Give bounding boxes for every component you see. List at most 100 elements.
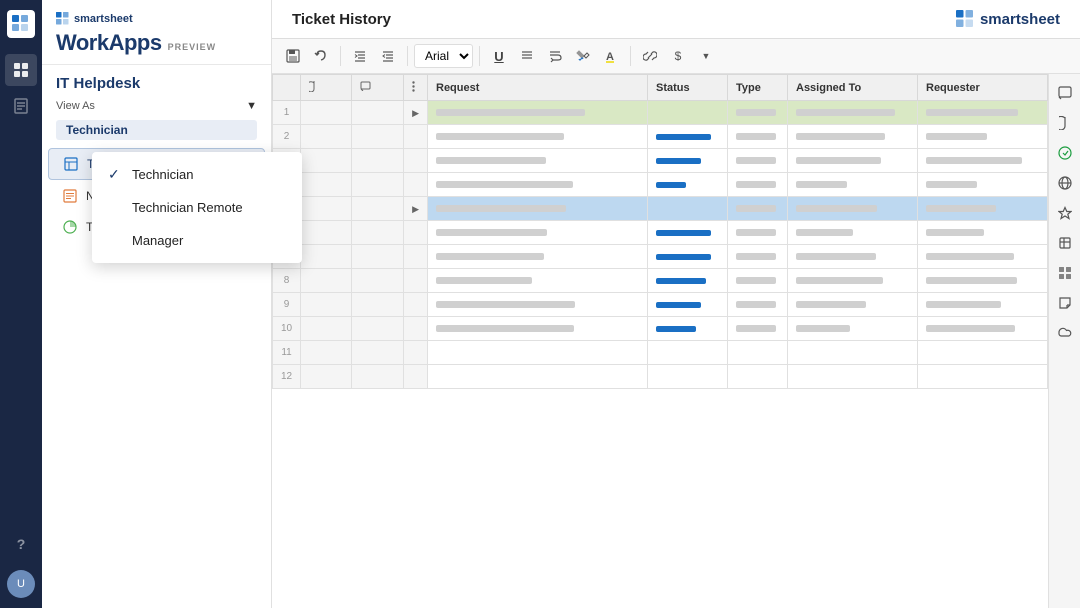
requester-header[interactable]: Requester	[918, 75, 1048, 101]
attachment-panel-btn[interactable]	[1052, 110, 1078, 136]
dropdown-item-technician-remote[interactable]: ✓ Technician Remote	[92, 191, 302, 224]
assigned-to-cell[interactable]	[788, 125, 918, 149]
row-expand[interactable]	[404, 365, 428, 389]
assigned-to-header[interactable]: Assigned To	[788, 75, 918, 101]
save-button[interactable]	[280, 43, 306, 69]
request-header[interactable]: Request	[428, 75, 648, 101]
row-expand[interactable]	[404, 245, 428, 269]
sheet-table-wrap[interactable]: Request Status Type Assigned To Requeste…	[272, 74, 1048, 608]
assigned-to-cell[interactable]	[788, 293, 918, 317]
row-expand[interactable]	[404, 173, 428, 197]
assigned-to-cell[interactable]	[788, 245, 918, 269]
status-cell[interactable]	[648, 341, 728, 365]
highlight-button[interactable]: A	[598, 43, 624, 69]
row-expand[interactable]: ▶	[404, 101, 428, 125]
type-cell[interactable]	[728, 197, 788, 221]
assigned-to-cell[interactable]	[788, 221, 918, 245]
type-cell[interactable]	[728, 317, 788, 341]
assigned-to-cell[interactable]	[788, 173, 918, 197]
type-cell[interactable]	[728, 269, 788, 293]
request-cell[interactable]	[428, 173, 648, 197]
type-cell[interactable]	[728, 173, 788, 197]
requester-cell[interactable]	[918, 101, 1048, 125]
wrap-button[interactable]	[542, 43, 568, 69]
status-cell[interactable]	[648, 221, 728, 245]
requester-cell[interactable]	[918, 317, 1048, 341]
requester-cell[interactable]	[918, 197, 1048, 221]
paint-button[interactable]	[570, 43, 596, 69]
user-avatar[interactable]: U	[7, 570, 35, 598]
assigned-to-cell[interactable]	[788, 341, 918, 365]
view-as-dropdown-arrow[interactable]: ▼	[246, 100, 257, 112]
status-cell[interactable]	[648, 101, 728, 125]
globe-panel-btn[interactable]	[1052, 170, 1078, 196]
requester-cell[interactable]	[918, 365, 1048, 389]
grid-panel-btn[interactable]	[1052, 260, 1078, 286]
request-cell[interactable]	[428, 125, 648, 149]
status-cell[interactable]	[648, 173, 728, 197]
requester-cell[interactable]	[918, 173, 1048, 197]
request-cell[interactable]	[428, 101, 648, 125]
view-as-selected[interactable]: Technician	[56, 120, 257, 140]
assigned-to-cell[interactable]	[788, 365, 918, 389]
request-cell[interactable]	[428, 341, 648, 365]
type-cell[interactable]	[728, 293, 788, 317]
status-header[interactable]: Status	[648, 75, 728, 101]
type-cell[interactable]	[728, 221, 788, 245]
status-cell[interactable]	[648, 365, 728, 389]
request-cell[interactable]	[428, 365, 648, 389]
status-cell[interactable]	[648, 197, 728, 221]
currency-dropdown[interactable]: ▼	[693, 43, 719, 69]
cloud-panel-btn[interactable]	[1052, 320, 1078, 346]
status-cell[interactable]	[648, 269, 728, 293]
request-cell[interactable]	[428, 269, 648, 293]
type-cell[interactable]	[728, 101, 788, 125]
requester-cell[interactable]	[918, 221, 1048, 245]
outdent-button[interactable]	[375, 43, 401, 69]
underline-button[interactable]: U	[486, 43, 512, 69]
link-button[interactable]	[637, 43, 663, 69]
assigned-to-cell[interactable]	[788, 101, 918, 125]
row-expand[interactable]	[404, 149, 428, 173]
expand-arrow[interactable]: ▶	[412, 108, 419, 118]
sticker-panel-btn[interactable]	[1052, 290, 1078, 316]
request-cell[interactable]	[428, 149, 648, 173]
request-cell[interactable]	[428, 293, 648, 317]
assigned-to-cell[interactable]	[788, 149, 918, 173]
nav-grid-icon[interactable]	[5, 54, 37, 86]
row-expand[interactable]	[404, 293, 428, 317]
status-cell[interactable]	[648, 317, 728, 341]
expand-arrow[interactable]: ▶	[412, 204, 419, 214]
request-cell[interactable]	[428, 317, 648, 341]
type-cell[interactable]	[728, 125, 788, 149]
requester-cell[interactable]	[918, 293, 1048, 317]
font-family-select[interactable]: Arial	[414, 44, 473, 68]
align-button[interactable]	[514, 43, 540, 69]
type-cell[interactable]	[728, 365, 788, 389]
row-expand[interactable]	[404, 221, 428, 245]
status-cell[interactable]	[648, 245, 728, 269]
status-cell[interactable]	[648, 149, 728, 173]
currency-button[interactable]: $	[665, 43, 691, 69]
request-cell[interactable]	[428, 221, 648, 245]
status-cell[interactable]	[648, 293, 728, 317]
nav-question-icon[interactable]: ?	[5, 528, 37, 560]
requester-cell[interactable]	[918, 245, 1048, 269]
requester-cell[interactable]	[918, 149, 1048, 173]
requester-cell[interactable]	[918, 269, 1048, 293]
star-panel-btn[interactable]	[1052, 200, 1078, 226]
type-cell[interactable]	[728, 341, 788, 365]
nav-logo[interactable]	[7, 10, 35, 38]
row-expand[interactable]	[404, 341, 428, 365]
assigned-to-cell[interactable]	[788, 317, 918, 341]
row-expand[interactable]: ▶	[404, 197, 428, 221]
chat-panel-btn[interactable]	[1052, 80, 1078, 106]
undo-button[interactable]	[308, 43, 334, 69]
nav-document-icon[interactable]	[5, 90, 37, 122]
assigned-to-cell[interactable]	[788, 269, 918, 293]
type-cell[interactable]	[728, 149, 788, 173]
office-panel-btn[interactable]	[1052, 230, 1078, 256]
requester-cell[interactable]	[918, 125, 1048, 149]
request-cell[interactable]	[428, 197, 648, 221]
status-cell[interactable]	[648, 125, 728, 149]
